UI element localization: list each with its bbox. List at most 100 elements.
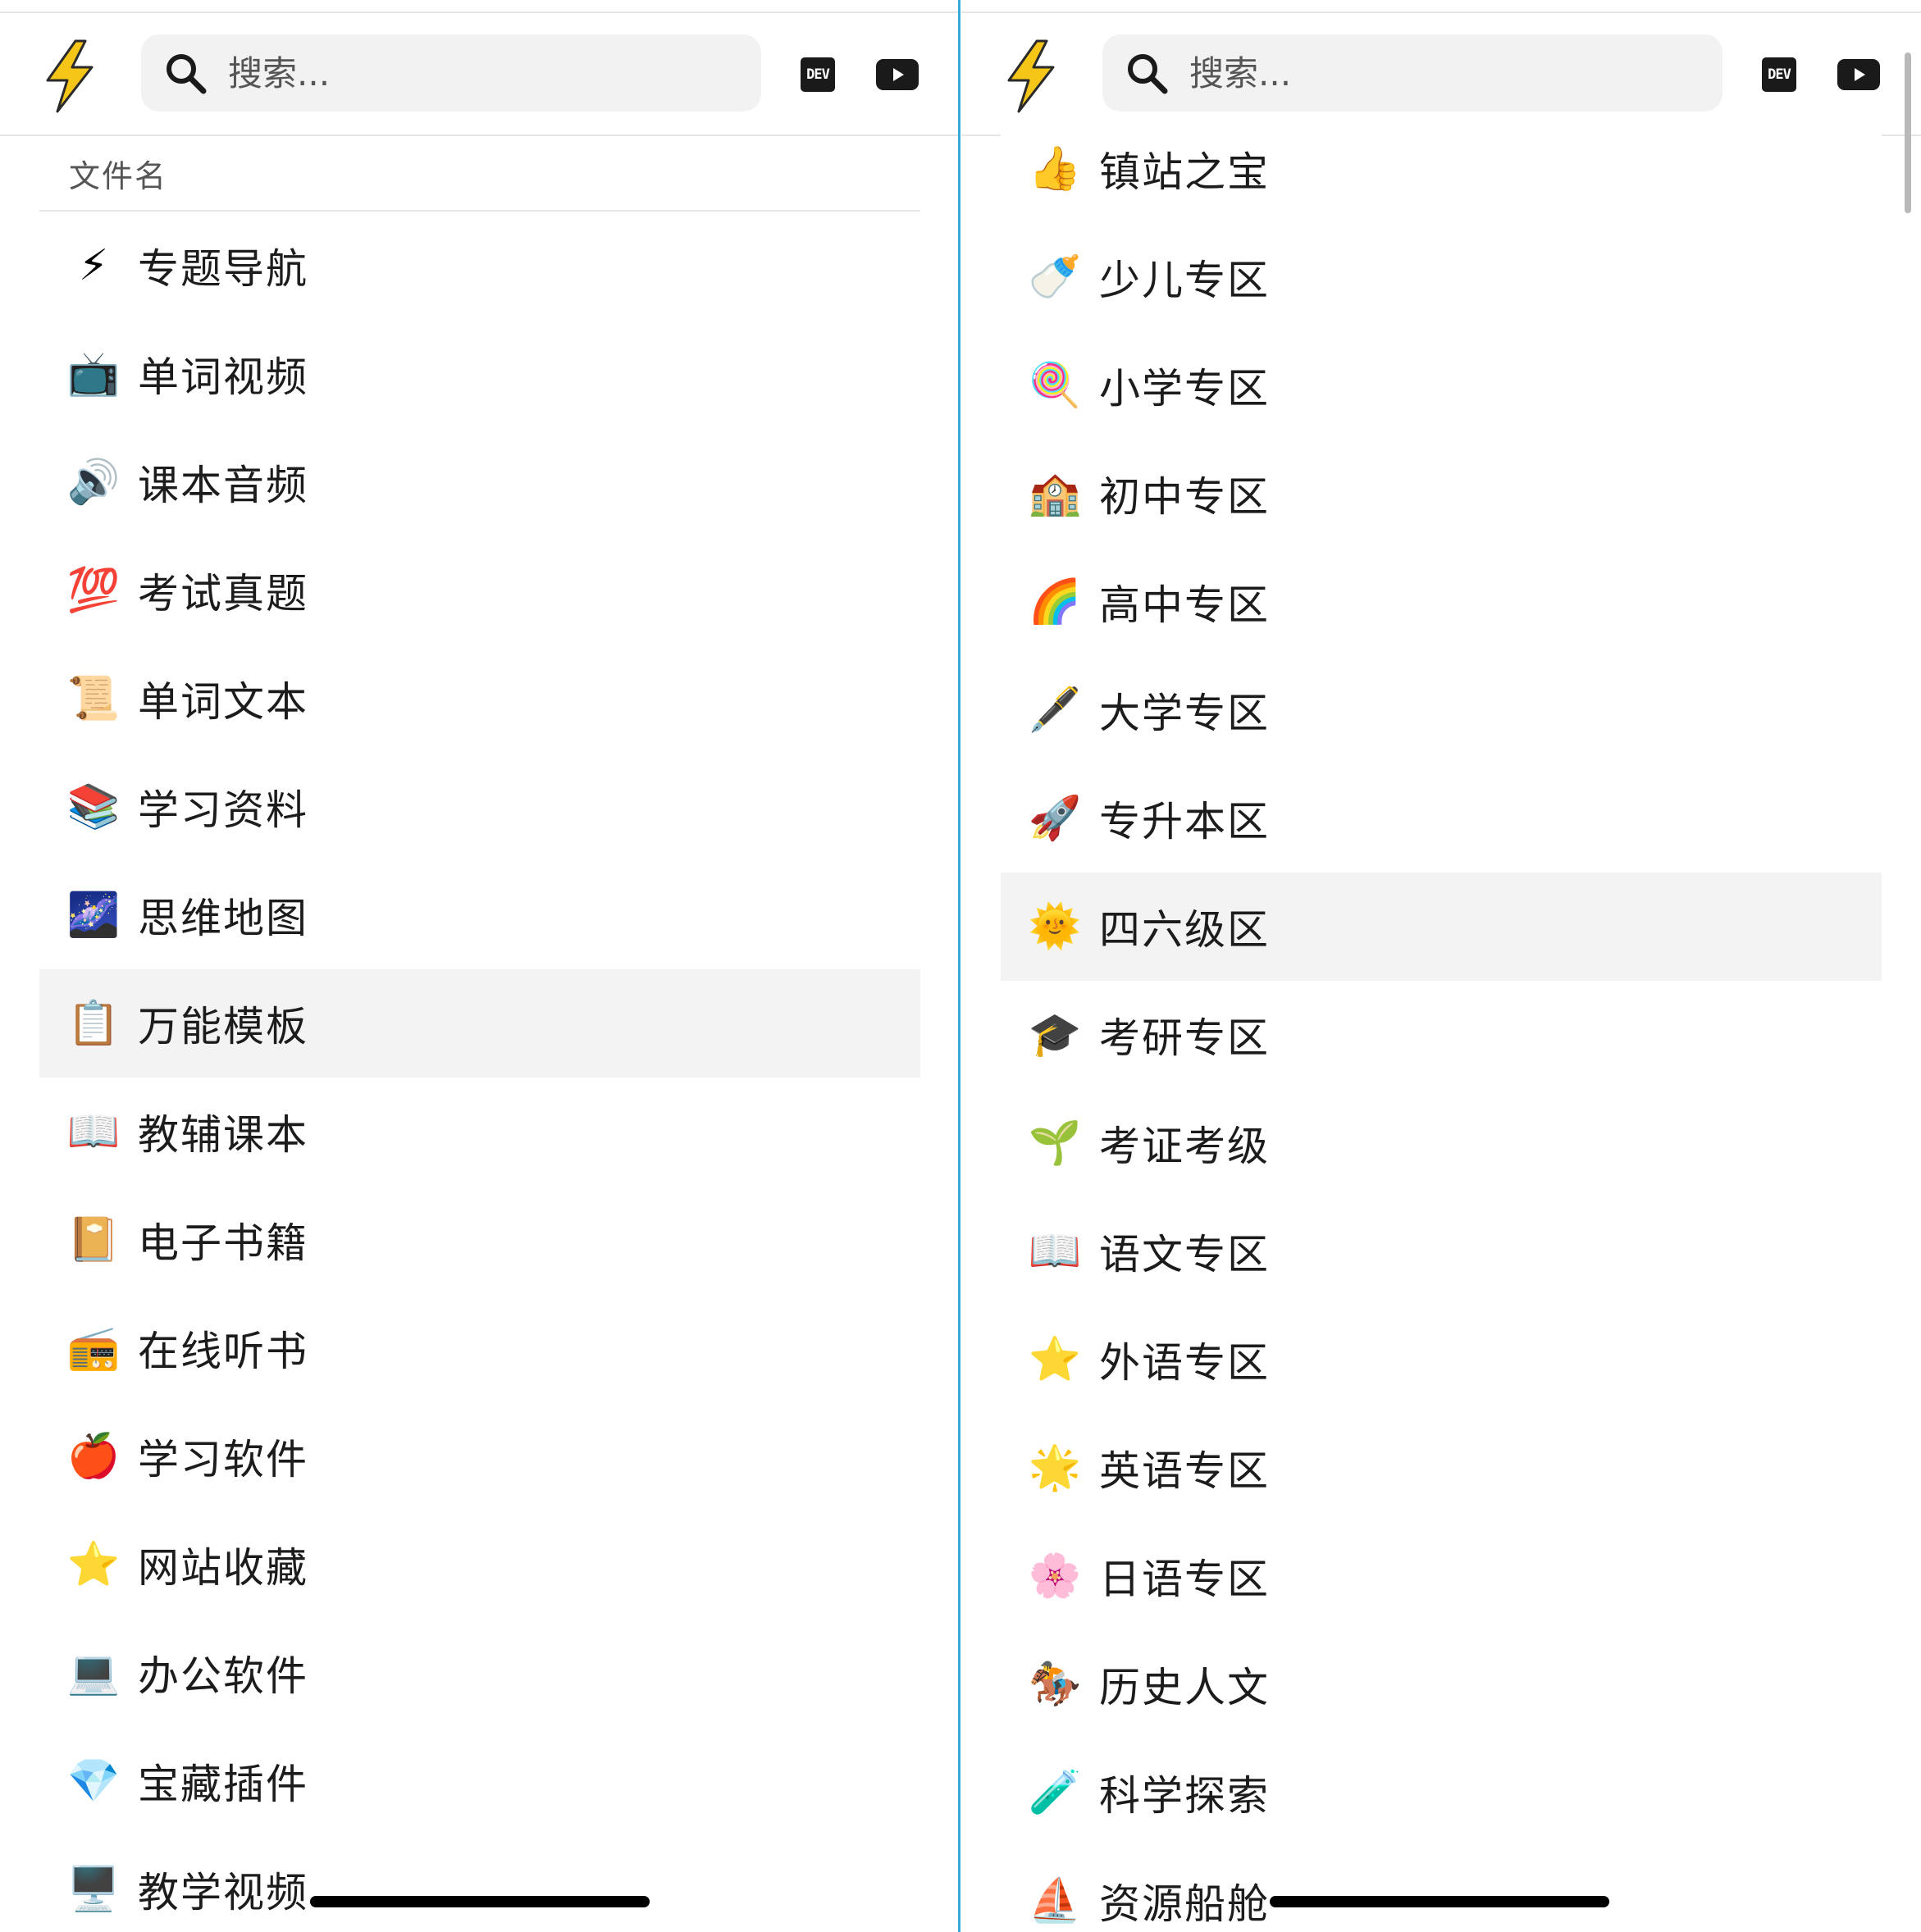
- fountain-pen-icon: 🖋️: [1028, 686, 1082, 735]
- list-item[interactable]: ⭐ 网站收藏: [39, 1511, 920, 1619]
- list-item-label: 初中专区: [1099, 473, 1270, 521]
- youtube-icon[interactable]: [876, 59, 919, 90]
- list-item-label: 语文专区: [1099, 1231, 1270, 1278]
- youtube-icon[interactable]: [1837, 59, 1880, 90]
- open-book-icon: 📖: [1028, 1227, 1082, 1276]
- list-item[interactable]: 🧪 科学探索: [1001, 1738, 1882, 1847]
- baby-bottle-icon: 🍼: [1028, 253, 1082, 302]
- list-item[interactable]: 🍎 学习软件: [39, 1402, 920, 1511]
- dev-icon[interactable]: DEV: [801, 57, 835, 92]
- file-list: 👍 镇站之宝 🍼 少儿专区 🍭 小学专区 🏫 初中专区 🌈 高中专区 🖋️ 大学专区 🚀 专升本区 🌞 四六级…: [1001, 115, 1882, 1928]
- list-item[interactable]: 🌈 高中专区: [1001, 548, 1882, 656]
- list-item[interactable]: 🖋️ 大学专区: [1001, 656, 1882, 764]
- star-icon: ⭐: [1028, 1335, 1082, 1384]
- search-input[interactable]: [1188, 52, 1683, 94]
- thumbs-up-icon: 👍: [1028, 144, 1082, 194]
- sun-face-icon: 🌞: [1028, 902, 1082, 951]
- list-item-label: 宝藏插件: [138, 1761, 308, 1808]
- desktop-computer-icon: 🖥️: [66, 1865, 121, 1914]
- milky-way-icon: 🌌: [66, 891, 121, 940]
- list-item[interactable]: 🏫 初中专区: [1001, 440, 1882, 548]
- seedling-icon: 🌱: [1028, 1119, 1082, 1168]
- radio-icon: 📻: [66, 1324, 121, 1373]
- list-item-label: 考试真题: [138, 570, 308, 617]
- list-item[interactable]: 🍭 小学专区: [1001, 331, 1882, 440]
- scrollbar[interactable]: [1905, 52, 1911, 213]
- list-item-label: 历史人文: [1099, 1664, 1270, 1711]
- list-item-label: 学习资料: [138, 786, 308, 834]
- list-item[interactable]: 💻 办公软件: [39, 1619, 920, 1727]
- search-icon: [167, 54, 207, 94]
- home-indicator: [310, 1896, 650, 1907]
- apple-icon: 🍎: [66, 1432, 121, 1481]
- list-item[interactable]: 📜 单词文本: [39, 645, 920, 753]
- test-tube-icon: 🧪: [1028, 1768, 1082, 1817]
- list-item-label: 高中专区: [1099, 581, 1270, 629]
- list-item[interactable]: 📖 语文专区: [1001, 1197, 1882, 1305]
- search-box[interactable]: [1102, 34, 1723, 112]
- hundred-points-icon: 💯: [66, 566, 121, 615]
- list-item[interactable]: ⚡ 专题导航: [39, 212, 920, 320]
- list-item[interactable]: ⛵ 资源船舱: [1001, 1847, 1882, 1932]
- list-item[interactable]: 🌸 日语专区: [1001, 1522, 1882, 1630]
- list-item[interactable]: ⭐ 外语专区: [1001, 1305, 1882, 1414]
- list-item[interactable]: 📺 单词视频: [39, 320, 920, 428]
- list-item-label: 单词文本: [138, 678, 308, 726]
- list-item-label: 考证考级: [1099, 1123, 1270, 1170]
- open-book-icon: 📖: [66, 1107, 121, 1156]
- cherry-blossom-icon: 🌸: [1028, 1552, 1082, 1601]
- list-item-label: 网站收藏: [138, 1544, 308, 1592]
- list-item[interactable]: 🏇 历史人文: [1001, 1630, 1882, 1738]
- list-item-label: 四六级区: [1099, 906, 1270, 954]
- television-icon: 📺: [66, 349, 121, 399]
- list-item-label: 万能模板: [138, 1003, 308, 1050]
- column-header-filename[interactable]: 文件名: [39, 136, 920, 212]
- list-item[interactable]: 🌌 思维地图: [39, 861, 920, 969]
- books-icon: 📚: [66, 782, 121, 832]
- list-item[interactable]: 🔊 课本音频: [39, 428, 920, 536]
- list-item-label: 镇站之宝: [1099, 148, 1270, 196]
- list-item-label: 在线听书: [138, 1328, 308, 1375]
- star-icon: ⭐: [66, 1540, 121, 1589]
- notebook-icon: 📔: [66, 1215, 121, 1264]
- search-input[interactable]: [226, 52, 722, 94]
- list-item[interactable]: 🎓 考研专区: [1001, 981, 1882, 1089]
- search-box[interactable]: [141, 34, 761, 112]
- lightning-icon: ⚡: [78, 241, 109, 290]
- search-icon: [1128, 54, 1168, 94]
- list-item[interactable]: 📻 在线听书: [39, 1294, 920, 1402]
- list-item[interactable]: 💯 考试真题: [39, 536, 920, 645]
- glowing-star-icon: 🌟: [1028, 1443, 1082, 1492]
- list-item-label: 办公软件: [138, 1652, 308, 1700]
- list-item[interactable]: 🌟 英语专区: [1001, 1414, 1882, 1522]
- list-item-label: 少儿专区: [1099, 257, 1270, 304]
- list-item[interactable]: 🖥️ 教学视频: [39, 1835, 920, 1932]
- list-item-label: 学习软件: [138, 1436, 308, 1483]
- list-item[interactable]: 📖 教辅课本: [39, 1078, 920, 1186]
- list-item-label: 单词视频: [138, 353, 308, 401]
- list-item-label: 专题导航: [138, 245, 308, 293]
- rocket-icon: 🚀: [1028, 794, 1082, 843]
- list-item[interactable]: 📚 学习资料: [39, 753, 920, 861]
- list-item[interactable]: 🌱 考证考级: [1001, 1089, 1882, 1197]
- gem-icon: 💎: [66, 1757, 121, 1806]
- rainbow-icon: 🌈: [1028, 577, 1082, 627]
- list-item-label: 课本音频: [138, 462, 308, 509]
- list-item[interactable]: 📔 电子书籍: [39, 1186, 920, 1294]
- left-panel: DEV 文件名 ⚡ 专题导航 📺 单词视频 🔊 课本音频 💯 考试真题 📜 单词文本 📚 学习资料 🌌 思…: [0, 0, 960, 1932]
- list-item[interactable]: 🌞 四六级区: [1001, 873, 1882, 981]
- list-item[interactable]: 👍 镇站之宝: [1001, 115, 1882, 223]
- lightning-logo-icon[interactable]: [43, 39, 97, 113]
- list-item[interactable]: 📋 万能模板: [39, 969, 920, 1078]
- lightning-logo-icon[interactable]: [1004, 39, 1058, 113]
- dev-icon[interactable]: DEV: [1762, 57, 1796, 92]
- speaker-icon: 🔊: [66, 458, 121, 507]
- horse-racing-icon: 🏇: [1028, 1660, 1082, 1709]
- lollipop-icon: 🍭: [1028, 361, 1082, 410]
- file-list: 文件名 ⚡ 专题导航 📺 单词视频 🔊 课本音频 💯 考试真题 📜 单词文本 📚 学习资料 🌌 思维地图 📋…: [39, 136, 920, 1932]
- list-item[interactable]: 💎 宝藏插件: [39, 1727, 920, 1835]
- sailboat-icon: ⛵: [1028, 1876, 1082, 1925]
- right-panel: DEV 👍 镇站之宝 🍼 少儿专区 🍭 小学专区 🏫 初中专区 🌈 高中专区 🖋️ 大学专区 🚀 专升本区…: [961, 0, 1921, 1932]
- list-item[interactable]: 🚀 专升本区: [1001, 764, 1882, 873]
- list-item[interactable]: 🍼 少儿专区: [1001, 223, 1882, 331]
